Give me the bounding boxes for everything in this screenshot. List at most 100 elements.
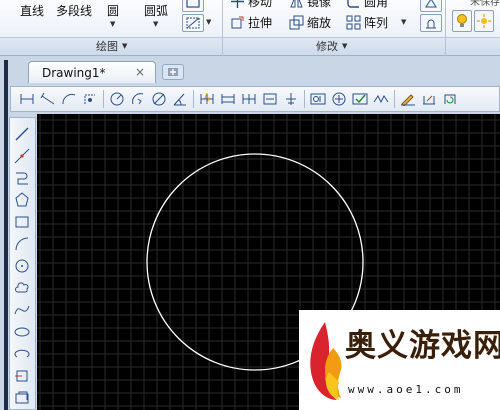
mirror-icon (290, 0, 303, 8)
mirror-label: 镜像 (307, 0, 332, 9)
dim-update-button[interactable] (440, 89, 460, 109)
jogged-dim-button[interactable] (128, 89, 148, 109)
center-mark-button[interactable] (329, 89, 349, 109)
arc-length-button[interactable] (59, 89, 79, 109)
revcloud-tool-button[interactable] (12, 278, 32, 298)
scale-button[interactable]: 缩放 (289, 14, 331, 31)
pencil-icon (401, 94, 415, 106)
layer-on-button[interactable] (452, 10, 472, 32)
cloud-icon (15, 282, 29, 293)
circle-button[interactable]: 圆 (107, 2, 119, 19)
stretch-icon (231, 16, 244, 29)
offset-button[interactable] (420, 14, 442, 32)
new-tab-button[interactable] (162, 64, 184, 80)
inspect-button[interactable] (350, 89, 370, 109)
scale-label: 缩放 (307, 16, 332, 30)
rectangle-button[interactable] (182, 0, 204, 12)
explode-button[interactable] (420, 0, 442, 12)
array-dropdown-icon[interactable]: ▼ (401, 18, 406, 26)
make-block-button[interactable] (12, 388, 32, 408)
tab-drawing1[interactable]: Drawing1* × (28, 61, 156, 83)
angular-icon (173, 93, 186, 106)
insert-block-icon (15, 370, 28, 382)
line-label: 直线 (20, 4, 45, 18)
toolbar-separator (103, 90, 104, 108)
hatch-dropdown-icon[interactable]: ▼ (206, 18, 211, 26)
tolerance-button[interactable] (308, 89, 328, 109)
rectangle-icon (186, 0, 200, 8)
baseline-dim-button[interactable] (218, 89, 238, 109)
polyline-tool-button[interactable] (12, 168, 32, 188)
dimtedit-button[interactable] (419, 89, 439, 109)
polygon-tool-button[interactable] (12, 190, 32, 210)
fillet-icon (347, 0, 359, 8)
dim-space-button[interactable] (260, 89, 280, 109)
toolbar-separator (193, 90, 194, 108)
draw-panel-title[interactable]: 绘图 ▼ (96, 38, 127, 54)
plus-icon (168, 68, 178, 76)
spline-tool-button[interactable] (12, 300, 32, 320)
ribbon: 直线 多段线 圆 ▼ 圆弧 ▼ ▼ 绘图 ▼ 移动 镜像 圆角 拉伸 缩放 阵列… (0, 0, 500, 56)
jog-line-button[interactable] (371, 89, 391, 109)
aligned-dim-button[interactable] (38, 89, 58, 109)
ellipse-tool-button[interactable] (12, 322, 32, 342)
ellipse-arc-tool-button[interactable] (12, 344, 32, 364)
dimedit-button[interactable] (398, 89, 418, 109)
center-mark-icon (332, 92, 346, 106)
hatch-icon (186, 17, 200, 29)
mirror-button[interactable]: 镜像 (289, 0, 331, 10)
hatch-button[interactable] (182, 14, 204, 32)
ordinate-dim-icon (84, 94, 95, 104)
offset-icon (426, 19, 436, 29)
line-tool-button[interactable] (12, 124, 32, 144)
circle-icon (15, 259, 29, 273)
quick-dim-button[interactable] (197, 89, 217, 109)
panel-divider (445, 0, 446, 56)
app-window: { "ribbon": { "draw_panel": { "line": "直… (0, 0, 500, 410)
close-icon[interactable]: × (135, 65, 145, 79)
toolbar-separator (304, 90, 305, 108)
radius-dim-button[interactable] (107, 89, 127, 109)
move-button[interactable]: 移动 (230, 0, 272, 10)
spline-icon (14, 305, 30, 315)
dim-break-button[interactable] (281, 89, 301, 109)
continue-dim-button[interactable] (239, 89, 259, 109)
circle-dropdown-icon[interactable]: ▼ (110, 20, 115, 28)
array-label: 阵列 (364, 16, 389, 30)
layer-freeze-button[interactable] (474, 10, 494, 32)
arc-button[interactable]: 圆弧 (144, 2, 168, 19)
angular-dim-button[interactable] (170, 89, 190, 109)
explode-icon (425, 0, 437, 8)
modify-panel-title[interactable]: 修改 ▼ (316, 38, 347, 54)
aligned-dim-icon (40, 92, 55, 105)
tolerance-icon (310, 93, 326, 105)
layer-panel-title-bar[interactable] (446, 37, 500, 55)
ordinate-dim-button[interactable] (80, 89, 100, 109)
array-button[interactable]: 阵列 (346, 14, 388, 31)
watermark-url: www.aoe1.com (348, 383, 464, 396)
radius-icon (110, 92, 124, 106)
xline-icon (14, 148, 30, 164)
stretch-label: 拉伸 (248, 16, 273, 30)
baseline-icon (221, 94, 235, 104)
stretch-button[interactable]: 拉伸 (230, 14, 272, 31)
arc-dropdown-icon[interactable]: ▼ (153, 20, 158, 28)
move-label: 移动 (248, 0, 273, 9)
line-button[interactable]: 直线 (20, 2, 44, 19)
window-edge (4, 60, 8, 410)
ellipse-arc-icon (14, 349, 30, 358)
insert-block-button[interactable] (12, 366, 32, 386)
construction-line-button[interactable] (12, 146, 32, 166)
arc-tool-button[interactable] (12, 234, 32, 254)
dim-break-icon (286, 93, 296, 105)
diameter-dim-button[interactable] (149, 89, 169, 109)
dimension-toolbar (10, 86, 500, 112)
rectangle-tool-button[interactable] (12, 212, 32, 232)
layer-name-field[interactable]: 未保存的图层 (470, 0, 500, 8)
linear-dim-button[interactable] (17, 89, 37, 109)
polyline-button[interactable]: 多段线 (56, 2, 92, 19)
fillet-button[interactable]: 圆角 (346, 0, 388, 10)
toolbar-separator (394, 90, 395, 108)
circle-tool-button[interactable] (12, 256, 32, 276)
continue-icon (242, 94, 256, 104)
